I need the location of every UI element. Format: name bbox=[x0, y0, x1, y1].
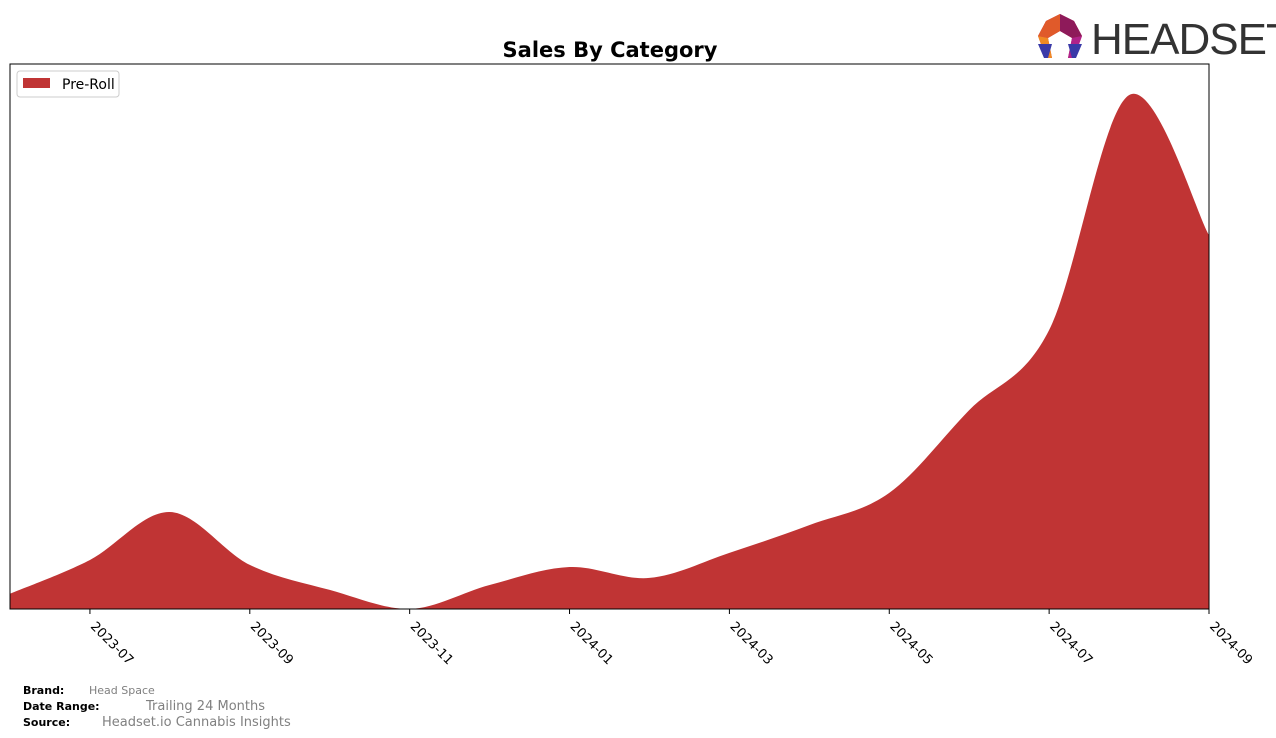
brand-value: Head Space bbox=[89, 684, 155, 697]
x-tick-label-2024-05: 2024-05 bbox=[886, 619, 935, 668]
footer-date-range: Date Range: Trailing 24 Months bbox=[23, 699, 265, 714]
headset-logo: HEADSET bbox=[1038, 14, 1276, 64]
source-label: Source: bbox=[23, 716, 71, 729]
headset-hexagon-logo-icon bbox=[1038, 14, 1082, 58]
logo-wordmark: HEADSET bbox=[1091, 15, 1276, 64]
plot-area bbox=[9, 63, 1210, 610]
x-tick-label-2024-03: 2024-03 bbox=[727, 619, 776, 668]
footer-source: Source: Headset.io Cannabis Insights bbox=[23, 715, 291, 730]
date-range-label: Date Range: bbox=[23, 700, 100, 713]
legend-swatch-pre-roll bbox=[23, 78, 50, 88]
source-value: Headset.io Cannabis Insights bbox=[102, 715, 291, 730]
x-tick-label-2024-01: 2024-01 bbox=[567, 619, 616, 668]
legend: Pre-Roll bbox=[16, 70, 120, 98]
x-tick-label-2023-07: 2023-07 bbox=[87, 619, 136, 668]
date-range-value: Trailing 24 Months bbox=[146, 699, 265, 714]
x-tick-label-2023-09: 2023-09 bbox=[247, 619, 296, 668]
footer-brand: Brand: Head Space bbox=[23, 684, 155, 697]
area-series-pre-roll bbox=[10, 93, 1209, 610]
sales-by-category-chart: Sales By Category 2023-07 2023-09 2023-11 2… bbox=[9, 14, 1276, 668]
brand-label: Brand: bbox=[23, 684, 65, 697]
x-tick-label-2024-09: 2024-09 bbox=[1206, 619, 1255, 668]
x-tick-label-2023-11: 2023-11 bbox=[407, 619, 456, 668]
chart-title: Sales By Category bbox=[503, 38, 718, 62]
x-axis: 2023-07 2023-09 2023-11 2024-01 2024-03 2024-… bbox=[87, 609, 1255, 668]
x-tick-label-2024-07: 2024-07 bbox=[1046, 619, 1095, 668]
legend-label-pre-roll: Pre-Roll bbox=[62, 77, 115, 93]
